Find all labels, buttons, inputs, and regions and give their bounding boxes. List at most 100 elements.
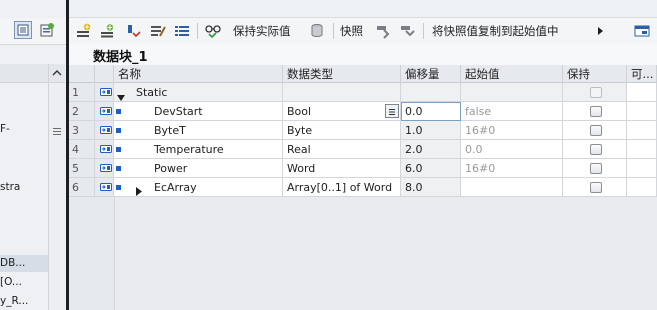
header-offset[interactable]: 偏移量: [401, 65, 461, 83]
interface-parameter-icon: [100, 88, 112, 96]
retain-checkbox[interactable]: [590, 163, 602, 174]
expand-triangle-icon[interactable]: [136, 183, 143, 196]
project-tree-scrollbar[interactable]: [48, 64, 65, 310]
insert-row-icon[interactable]: [73, 21, 95, 41]
retain-checkbox[interactable]: [590, 87, 602, 98]
header-datatype[interactable]: 数据类型: [283, 65, 401, 83]
table-row[interactable]: 1 Static: [69, 83, 657, 102]
datatype-cell[interactable]: Bool: [283, 102, 401, 121]
datatype-cell[interactable]: Word: [283, 159, 401, 178]
tag-name-cell[interactable]: ByteT: [114, 121, 283, 140]
tree-item-selected[interactable]: DB...: [0, 255, 48, 272]
tag-name: Temperature: [154, 143, 224, 156]
retain-cell[interactable]: [563, 159, 627, 178]
table-row[interactable]: 4 Temperature Real 2.0 0.0: [69, 140, 657, 159]
row-number: 2: [69, 102, 95, 121]
tag-name-cell[interactable]: Temperature: [114, 140, 283, 159]
retain-checkbox[interactable]: [590, 182, 602, 193]
start-value-cell[interactable]: false: [461, 102, 563, 121]
accessible-cell[interactable]: [627, 102, 657, 121]
table-row[interactable]: 3 ByteT Byte 1.0 16#0: [69, 121, 657, 140]
accessible-cell[interactable]: [627, 83, 657, 102]
table-row[interactable]: 2 DevStart Bool 0.0 false: [69, 102, 657, 121]
table-view-icon[interactable]: [14, 21, 32, 39]
tree-item[interactable]: stra: [0, 179, 48, 196]
list-view-icon[interactable]: [171, 21, 193, 41]
retain-cell[interactable]: [563, 102, 627, 121]
tag-name-cell[interactable]: Static: [114, 83, 283, 102]
datatype-cell[interactable]: Array[0..1] of Word: [283, 178, 401, 197]
copy-snapshot-icon[interactable]: [372, 21, 394, 41]
row-number: 3: [69, 121, 95, 140]
add-row-icon[interactable]: [97, 21, 119, 41]
retain-cell[interactable]: [563, 178, 627, 197]
tree-item[interactable]: y_R...: [0, 293, 48, 310]
static-member-icon: [116, 147, 121, 152]
row-interface-cell[interactable]: [95, 121, 114, 140]
tag-name: EcArray: [154, 181, 197, 194]
block-interface-table: 名称 数据类型 偏移量 起始值 保持 可... 1 Static 2 DevStart…: [69, 65, 657, 310]
table-row[interactable]: 6 EcArray Array[0..1] of Word 8.0: [69, 178, 657, 197]
expand-all-icon[interactable]: [123, 21, 145, 41]
interface-parameter-icon: [100, 126, 112, 134]
retain-cell[interactable]: [563, 121, 627, 140]
icon-gutter: [95, 197, 115, 310]
tag-name-cell[interactable]: EcArray: [114, 178, 283, 197]
accessible-cell[interactable]: [627, 121, 657, 140]
snapshot-button[interactable]: 快照: [340, 21, 363, 41]
retain-checkbox[interactable]: [590, 106, 602, 117]
window-layout-icon[interactable]: [631, 21, 653, 41]
retain-checkbox[interactable]: [590, 125, 602, 136]
monitor-glasses-icon[interactable]: [202, 21, 224, 41]
row-interface-cell[interactable]: [95, 102, 114, 121]
toolbar-overflow-arrow-icon[interactable]: [595, 21, 607, 41]
header-retain[interactable]: 保持: [563, 65, 627, 83]
accessible-cell[interactable]: [627, 159, 657, 178]
page-title: 数据块_1: [93, 50, 148, 65]
tag-name: Static: [136, 86, 168, 99]
scroll-up-arrow-icon[interactable]: [49, 64, 65, 83]
load-snapshot-icon[interactable]: [396, 21, 418, 41]
start-value-cell[interactable]: [461, 178, 563, 197]
keep-actual-values-button[interactable]: 保持实际值: [233, 21, 291, 41]
database-snapshot-icon[interactable]: [307, 21, 329, 41]
collapse-triangle-icon[interactable]: [117, 89, 125, 101]
header-name[interactable]: 名称: [114, 65, 283, 83]
edit-list-icon[interactable]: [147, 21, 169, 41]
offset-cell: 8.0: [401, 178, 461, 197]
editor-top-strip: [69, 0, 657, 18]
interface-parameter-icon: [100, 145, 112, 153]
datatype-cell[interactable]: Real: [283, 140, 401, 159]
retain-checkbox[interactable]: [590, 144, 602, 155]
retain-cell[interactable]: [563, 83, 627, 102]
static-member-icon: [116, 166, 121, 171]
row-interface-cell[interactable]: [95, 140, 114, 159]
start-value-cell[interactable]: [461, 83, 563, 102]
accessible-cell[interactable]: [627, 178, 657, 197]
row-interface-cell[interactable]: [95, 178, 114, 197]
scroll-grip-icon[interactable]: [53, 128, 61, 140]
tag-name-cell[interactable]: DevStart: [114, 102, 283, 121]
row-interface-cell[interactable]: [95, 83, 114, 102]
copy-snapshot-to-start-button[interactable]: 将快照值复制到起始值中: [432, 21, 559, 41]
tree-item[interactable]: [O...: [0, 274, 48, 291]
offset-cell: 0.0: [401, 102, 461, 121]
overview-icon[interactable]: [38, 21, 56, 39]
accessible-cell[interactable]: [627, 140, 657, 159]
offset-cell: 1.0: [401, 121, 461, 140]
tag-name-cell[interactable]: Power: [114, 159, 283, 178]
datatype-cell[interactable]: [283, 83, 401, 102]
datatype-picker-icon[interactable]: [385, 104, 399, 118]
tree-item[interactable]: F-: [0, 121, 48, 138]
table-row[interactable]: 5 Power Word 6.0 16#0: [69, 159, 657, 178]
start-value-cell[interactable]: 16#0: [461, 159, 563, 178]
tag-name: ByteT: [154, 124, 186, 137]
start-value-cell[interactable]: 0.0: [461, 140, 563, 159]
header-accessible[interactable]: 可...: [627, 65, 657, 83]
datatype-cell[interactable]: Byte: [283, 121, 401, 140]
retain-cell[interactable]: [563, 140, 627, 159]
row-number: 4: [69, 140, 95, 159]
header-start-value[interactable]: 起始值: [461, 65, 563, 83]
row-interface-cell[interactable]: [95, 159, 114, 178]
start-value-cell[interactable]: 16#0: [461, 121, 563, 140]
